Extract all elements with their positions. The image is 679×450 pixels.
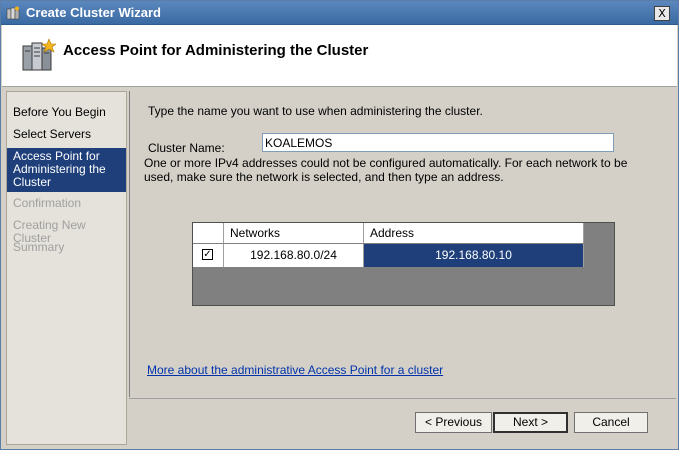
instruction-text: Type the name you want to use when admin… — [148, 104, 483, 118]
wizard-header: Access Point for Administering the Clust… — [2, 25, 677, 87]
title-bar[interactable]: Create Cluster Wizard X — [1, 1, 678, 25]
grid-header-address[interactable]: Address — [364, 223, 584, 243]
cluster-server-icon — [22, 38, 56, 71]
cluster-name-label: Cluster Name: — [148, 141, 225, 155]
nav-step-access-point[interactable]: Access Point for Administering the Clust… — [7, 148, 126, 192]
nav-step-summary: Summary — [13, 240, 65, 254]
window-title: Create Cluster Wizard — [26, 5, 161, 20]
cluster-app-icon — [6, 6, 20, 20]
grid-header-networks[interactable]: Networks — [224, 223, 364, 243]
nav-step-select-servers[interactable]: Select Servers — [7, 128, 126, 141]
grid-header-check — [193, 223, 224, 243]
network-checkbox-cell: ✓ — [193, 244, 224, 267]
ipv4-warning-text: One or more IPv4 addresses could not be … — [144, 156, 628, 184]
cluster-name-input[interactable] — [262, 133, 614, 152]
nav-step-confirmation: Confirmation — [13, 196, 82, 210]
close-button[interactable]: X — [654, 6, 670, 21]
previous-button[interactable]: < Previous — [415, 412, 492, 433]
wizard-window: Create Cluster Wizard X Access Point for… — [0, 0, 679, 450]
wizard-steps-pane: Before You Begin Select Servers Access P… — [6, 91, 127, 445]
network-cell: 192.168.80.0/24 — [224, 244, 364, 267]
more-about-access-point-link[interactable]: More about the administrative Access Poi… — [147, 363, 443, 377]
page-title: Access Point for Administering the Clust… — [63, 42, 369, 59]
wizard-content: Type the name you want to use when admin… — [129, 91, 676, 397]
check-icon: ✓ — [203, 249, 212, 260]
nav-step-before-you-begin[interactable]: Before You Begin — [7, 106, 126, 119]
networks-grid: Networks Address ✓ 192.168.80.0/24 192.1… — [192, 222, 615, 306]
address-cell[interactable]: 192.168.80.10 — [364, 244, 584, 267]
next-button[interactable]: Next > — [493, 412, 568, 433]
close-icon: X — [658, 7, 666, 20]
grid-header-row: Networks Address — [193, 223, 584, 243]
network-checkbox[interactable]: ✓ — [202, 249, 213, 260]
table-row[interactable]: ✓ 192.168.80.0/24 192.168.80.10 — [193, 244, 584, 267]
cancel-button[interactable]: Cancel — [574, 412, 648, 433]
wizard-footer: < Previous Next > Cancel — [129, 398, 676, 445]
